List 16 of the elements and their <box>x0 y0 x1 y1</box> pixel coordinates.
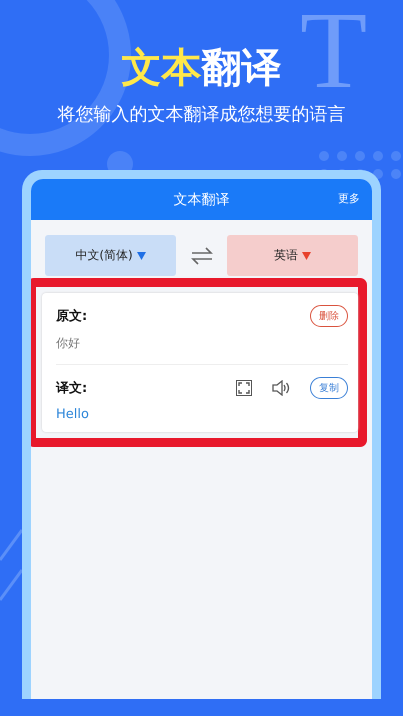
swap-icon[interactable] <box>190 246 212 264</box>
result-text: Hello <box>56 407 90 422</box>
language-selector[interactable]: 中文(简体) <box>45 235 176 276</box>
language-selector[interactable]: 英语 <box>227 235 358 276</box>
delete-button[interactable]: 删除 <box>310 305 348 327</box>
result-label: 译文: <box>56 380 88 397</box>
decorative-letter: T <box>300 0 368 105</box>
source-text: 你好 <box>56 335 81 352</box>
subtitle: 将您输入的文本翻译成您想要的语言 <box>56 103 346 126</box>
copy-button[interactable]: 复制 <box>310 377 348 399</box>
more-button[interactable]: 更多 <box>338 191 360 206</box>
fullscreen-icon[interactable] <box>236 380 252 396</box>
headline: 文本翻译 <box>122 44 282 93</box>
source-label: 原文: <box>56 308 88 325</box>
speaker-icon[interactable] <box>272 380 290 396</box>
screen-title: 文本翻译 <box>174 190 230 208</box>
